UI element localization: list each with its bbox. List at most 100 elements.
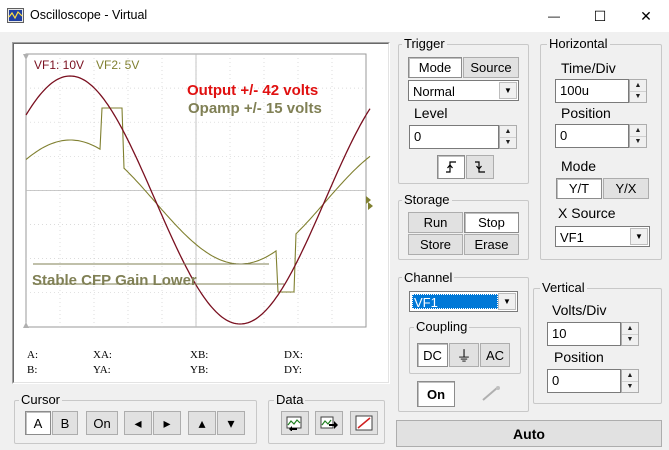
readout-dy: DY: [284,364,302,376]
trigger-mode-tab[interactable]: Mode [408,57,462,78]
position-marker-top [23,54,29,60]
auto-button[interactable]: Auto [396,420,662,447]
probe-button[interactable] [473,381,509,407]
minimize-button[interactable]: — [531,0,577,32]
export-waveform-icon [320,416,338,429]
trigger-falling-edge-button[interactable] [466,155,494,179]
cursor-a-button[interactable]: A [25,411,51,435]
horizontal-group-title: Horizontal [547,36,610,51]
arrow-up-icon: ▴ [198,414,206,431]
chevron-down-icon: ▼ [499,82,517,99]
cursor-down-button[interactable]: ▾ [217,411,245,435]
horizontal-position-label: Position [561,105,611,121]
maximize-icon: ☐ [593,7,607,24]
minimize-icon: — [548,9,560,23]
x-source-label: X Source [558,205,616,221]
cursor-up-button[interactable]: ▴ [188,411,216,435]
spin-down-icon[interactable]: ▼ [622,335,638,346]
horizontal-position-spinner[interactable]: ▲ ▼ [629,124,647,148]
arrow-left-icon: ◂ [134,414,142,431]
spin-up-icon[interactable]: ▲ [622,323,638,335]
oscilloscope-app-icon [7,8,24,23]
readout-b: B: [27,364,38,376]
position-marker-bottom [23,322,29,328]
clear-waveform-icon [355,415,373,431]
trigger-mode-value: Normal [413,84,455,99]
trigger-group-title: Trigger [402,36,447,51]
readout-xa: XA: [93,349,112,361]
spin-down-icon[interactable]: ▼ [630,137,646,148]
cursor-b-button[interactable]: B [52,411,78,435]
data-load-button[interactable] [281,411,309,435]
storage-group-title: Storage [402,192,452,207]
x-source-value: VF1 [560,230,584,245]
vertical-position-input[interactable]: 0 [547,369,621,393]
cursor-left-button[interactable]: ◂ [124,411,152,435]
time-div-spinner[interactable]: ▲ ▼ [629,79,647,103]
annotation-output-voltage: Output +/- 42 volts [187,82,319,99]
close-icon: ✕ [640,7,652,24]
trigger-level-label: Level [414,105,448,121]
readout-xb: XB: [190,349,209,361]
cursor-group-title: Cursor [19,392,63,407]
arrow-down-icon: ▾ [227,414,235,431]
storage-stop-button[interactable]: Stop [464,212,519,233]
vertical-position-spinner[interactable]: ▲ ▼ [621,369,639,393]
mode-yt-button[interactable]: Y/T [556,178,602,199]
mode-yx-button[interactable]: Y/X [603,178,649,199]
cursor-on-button[interactable]: On [86,411,118,435]
coupling-dc-button[interactable]: DC [417,343,448,367]
volts-div-label: Volts/Div [552,302,607,318]
readout-a: A: [27,349,38,361]
chevron-down-icon: ▼ [630,228,648,245]
storage-store-button[interactable]: Store [408,234,463,255]
readout-yb: YB: [190,364,209,376]
trigger-level-spinner[interactable]: ▲ ▼ [499,125,517,149]
probe-icon [482,386,500,401]
cursor-right-button[interactable]: ▸ [153,411,181,435]
spin-up-icon[interactable]: ▲ [622,370,638,382]
channel-group-title: Channel [402,270,455,285]
rising-edge-icon [446,161,456,173]
trigger-source-tab[interactable]: Source [463,57,519,78]
vertical-position-label: Position [554,349,604,365]
data-export-button[interactable] [315,411,343,435]
storage-erase-button[interactable]: Erase [464,234,519,255]
arrow-right-icon: ▸ [163,414,171,431]
time-div-label: Time/Div [561,60,616,76]
time-div-input[interactable]: 100u [555,79,629,103]
trigger-marker [366,196,373,210]
trigger-level-input[interactable]: 0 [409,125,499,149]
spin-up-icon[interactable]: ▲ [630,80,646,92]
channel-on-button[interactable]: On [417,381,455,407]
x-source-select[interactable]: VF1 ▼ [555,226,650,247]
volts-div-input[interactable]: 10 [547,322,621,346]
spin-up-icon[interactable]: ▲ [500,126,516,138]
window-title: Oscilloscope - Virtual [30,8,148,22]
trigger-mode-select[interactable]: Normal ▼ [408,80,519,101]
coupling-gnd-button[interactable]: ⏚ [449,343,479,367]
spin-up-icon[interactable]: ▲ [630,125,646,137]
volts-div-spinner[interactable]: ▲ ▼ [621,322,639,346]
close-button[interactable]: ✕ [623,0,669,32]
annotation-opamp-voltage: Opamp +/- 15 volts [188,100,322,117]
load-waveform-icon [286,416,302,431]
coupling-ac-button[interactable]: AC [480,343,510,367]
ground-icon: ⏚ [456,347,472,365]
horizontal-position-input[interactable]: 0 [555,124,629,148]
coupling-group-title: Coupling [414,319,470,334]
maximize-button[interactable]: ☐ [577,0,623,32]
channel-select[interactable]: VF1 ▼ [409,291,518,312]
data-clear-button[interactable] [350,411,378,435]
spin-down-icon[interactable]: ▼ [500,138,516,149]
spin-down-icon[interactable]: ▼ [630,92,646,103]
vertical-group-title: Vertical [540,280,587,295]
channel-select-value: VF1 [414,295,438,310]
readout-dx: DX: [284,349,303,361]
storage-run-button[interactable]: Run [408,212,463,233]
trigger-rising-edge-button[interactable] [437,155,465,179]
data-group-title: Data [274,392,306,407]
chevron-down-icon: ▼ [498,293,516,310]
horizontal-mode-label: Mode [561,158,597,174]
spin-down-icon[interactable]: ▼ [622,382,638,393]
